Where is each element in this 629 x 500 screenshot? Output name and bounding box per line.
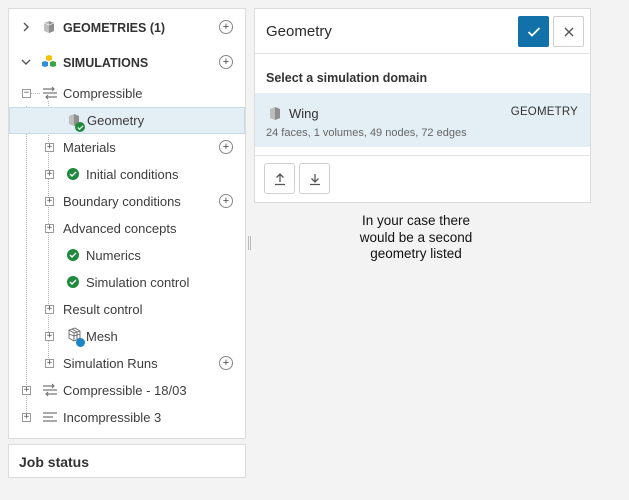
job-status-panel[interactable]: Job status xyxy=(8,444,246,478)
tree-item-label: Geometry xyxy=(87,113,145,128)
upload-button[interactable] xyxy=(264,163,295,194)
tree-item-result-control[interactable]: + Result control xyxy=(9,296,245,323)
geometry-list-item[interactable]: Wing GEOMETRY 24 faces, 1 volumes, 49 no… xyxy=(255,93,590,147)
tree-item-geometry[interactable]: Geometry xyxy=(9,107,245,134)
simulations-cubes-icon xyxy=(41,54,57,70)
check-circle-icon xyxy=(67,168,79,180)
add-material-button[interactable]: + xyxy=(219,140,233,154)
tree-item-label: Incompressible 3 xyxy=(63,410,162,425)
geometry-cube-icon xyxy=(41,19,57,35)
expand-toggle[interactable]: + xyxy=(22,386,31,395)
tree-item-label: Compressible - 18/03 xyxy=(63,383,187,398)
download-button[interactable] xyxy=(299,163,330,194)
add-boundary-condition-button[interactable]: + xyxy=(219,194,233,208)
tree-item-simulation-control[interactable]: Simulation control xyxy=(9,269,245,296)
tree-item-label: Initial conditions xyxy=(86,167,179,182)
expand-toggle[interactable]: + xyxy=(45,305,54,314)
check-icon xyxy=(527,26,540,37)
annotation-line: geometry listed xyxy=(370,246,462,261)
chevron-right-icon[interactable] xyxy=(21,22,31,32)
expand-toggle[interactable]: + xyxy=(45,359,54,368)
tree-item-label: Compressible xyxy=(63,86,143,101)
add-geometry-button[interactable]: + xyxy=(219,20,233,34)
geometry-type-label: GEOMETRY xyxy=(510,106,578,118)
chevron-down-icon[interactable] xyxy=(21,57,31,67)
add-simulation-run-button[interactable]: + xyxy=(219,356,233,370)
close-icon xyxy=(564,27,573,36)
geometry-selection-panel: Geometry Select a simulation domain Wing… xyxy=(254,8,591,203)
panel-header: Geometry xyxy=(255,9,590,54)
annotation-note: In your case there would be a second geo… xyxy=(350,213,482,263)
upload-icon xyxy=(274,172,285,185)
tree-item-label: Simulation Runs xyxy=(63,356,158,371)
divider xyxy=(255,155,590,156)
download-icon xyxy=(309,173,320,185)
mesh-status-badge-icon xyxy=(76,338,85,347)
tree-item-geometries[interactable]: GEOMETRIES (1) + xyxy=(9,14,245,41)
check-badge-icon xyxy=(75,122,85,132)
tree-item-materials[interactable]: + Materials + xyxy=(9,134,245,161)
add-simulation-button[interactable]: + xyxy=(219,55,233,69)
panel-resize-handle[interactable] xyxy=(248,236,251,250)
confirm-button[interactable] xyxy=(518,16,549,47)
tree-item-simulation-runs[interactable]: + Simulation Runs + xyxy=(9,350,245,377)
check-circle-icon xyxy=(67,249,79,261)
tree-item-compressible[interactable]: − Compressible xyxy=(9,80,245,107)
expand-toggle[interactable]: + xyxy=(45,170,54,179)
tree-item-label: Mesh xyxy=(86,329,118,344)
tree-item-initial-conditions[interactable]: + Initial conditions xyxy=(9,161,245,188)
tree-item-compressible-1803[interactable]: + Compressible - 18/03 xyxy=(9,377,245,404)
tree-item-advanced-concepts[interactable]: + Advanced concepts xyxy=(9,215,245,242)
tree-item-label: Simulation control xyxy=(86,275,190,290)
expand-toggle[interactable]: + xyxy=(45,143,54,152)
annotation-line: In your case there xyxy=(361,213,471,228)
job-status-title: Job status xyxy=(19,454,90,470)
expand-toggle[interactable]: + xyxy=(45,197,54,206)
section-subtitle: Select a simulation domain xyxy=(266,71,428,85)
annotation-line: would be a second xyxy=(359,229,473,245)
tree-item-label: SIMULATIONS xyxy=(63,55,149,70)
tree-item-simulations[interactable]: SIMULATIONS + xyxy=(9,49,245,76)
expand-toggle[interactable]: + xyxy=(45,224,54,233)
compressible-flow-icon xyxy=(42,382,58,398)
check-circle-icon xyxy=(67,276,79,288)
panel-title: Geometry xyxy=(266,23,332,40)
expand-toggle[interactable]: + xyxy=(22,413,31,422)
tree-item-label: GEOMETRIES (1) xyxy=(63,20,166,35)
close-button[interactable] xyxy=(553,16,584,47)
simulation-tree-panel: GEOMETRIES (1) + SIMULATIONS + − Compres… xyxy=(8,8,246,439)
tree-item-incompressible[interactable]: + Incompressible 3 xyxy=(9,404,245,431)
collapse-toggle[interactable]: − xyxy=(22,89,31,98)
expand-toggle[interactable]: + xyxy=(45,332,54,341)
geometry-cube-icon xyxy=(267,106,283,122)
incompressible-flow-icon xyxy=(42,409,58,425)
tree-item-label: Numerics xyxy=(86,248,141,263)
tree-item-label: Boundary conditions xyxy=(63,194,181,209)
tree-item-boundary-conditions[interactable]: + Boundary conditions + xyxy=(9,188,245,215)
geometry-name: Wing xyxy=(289,106,319,121)
tree-item-mesh[interactable]: + Mesh xyxy=(9,323,245,350)
tree-item-label: Materials xyxy=(63,140,116,155)
tree-item-label: Advanced concepts xyxy=(63,221,177,236)
compressible-flow-icon xyxy=(42,85,58,101)
geometry-description: 24 faces, 1 volumes, 49 nodes, 72 edges xyxy=(266,127,467,139)
tree-item-numerics[interactable]: Numerics xyxy=(9,242,245,269)
tree-item-label: Result control xyxy=(63,302,143,317)
